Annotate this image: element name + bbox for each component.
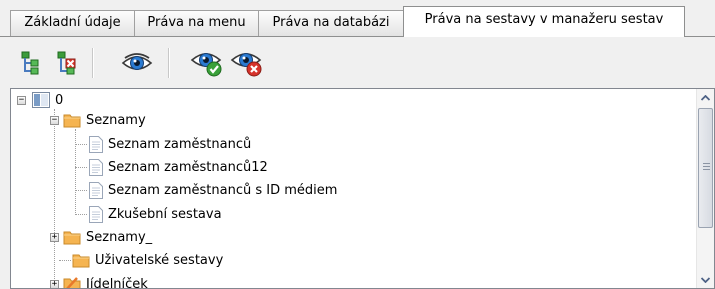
collapse-tree-button[interactable] xyxy=(50,46,84,80)
tree-node-label: Seznamy_ xyxy=(86,229,153,245)
tree-folder-row[interactable]: + Seznamy_ xyxy=(50,226,152,248)
tree-node-label: Seznam zaměstnanců12 xyxy=(108,159,268,175)
tab-strip: Základní údaje Práva na menu Práva na da… xyxy=(0,0,715,38)
report-icon xyxy=(89,135,103,153)
expand-toggle[interactable]: + xyxy=(50,279,59,288)
tree-root-label: 0 xyxy=(55,92,64,108)
tree-node-label: Seznam zaměstnanců xyxy=(108,136,252,152)
tree-remove-icon xyxy=(57,51,76,75)
tree-add-icon xyxy=(21,51,39,75)
chevron-down-icon xyxy=(701,276,710,283)
toolbar-separator xyxy=(92,48,94,78)
tab-prava-na-sestavy[interactable]: Práva na sestavy v manažeru sestav xyxy=(403,6,685,37)
eye-deny-icon xyxy=(230,53,262,77)
root-icon xyxy=(32,92,50,108)
tab-label: Práva na databázi xyxy=(272,15,390,30)
eye-check-icon xyxy=(190,53,222,77)
tab-label: Práva na menu xyxy=(147,15,246,30)
chevron-up-icon xyxy=(701,94,710,101)
collapse-toggle[interactable]: − xyxy=(17,95,26,105)
thumb-grip xyxy=(703,169,710,170)
report-tree[interactable]: − 0 − Seznamy Seznam zaměstnanců Seznam … xyxy=(11,89,696,289)
folder-icon xyxy=(63,277,81,288)
scroll-up-button[interactable] xyxy=(697,89,714,106)
toolbar xyxy=(10,44,710,84)
tree-connector xyxy=(59,260,71,261)
tree-report-row[interactable]: Zkušební sestava xyxy=(89,203,222,225)
report-icon xyxy=(89,181,103,199)
tree-node-label: Zkušební sestava xyxy=(108,206,222,222)
tree-report-row[interactable]: Seznam zaměstnanců s ID médiem xyxy=(89,179,337,201)
tree-connector xyxy=(75,144,87,145)
tree-node-label: Seznamy xyxy=(86,112,146,128)
thumb-grip xyxy=(703,166,710,167)
tree-connector xyxy=(75,129,76,215)
report-icon xyxy=(89,205,103,223)
tab-label: Základní údaje xyxy=(24,15,121,30)
tree-root-row[interactable]: − 0 xyxy=(17,89,63,111)
tree-node-label: Seznam zaměstnanců s ID médiem xyxy=(108,182,338,198)
folder-icon xyxy=(72,254,90,268)
tree-connector xyxy=(75,190,87,191)
view-deny-button[interactable] xyxy=(230,46,264,80)
eye-icon xyxy=(121,53,153,70)
tree-node-label: Uživatelské sestavy xyxy=(95,252,224,268)
collapse-toggle[interactable]: − xyxy=(50,115,59,125)
folder-icon xyxy=(63,231,81,245)
tab-prava-na-menu[interactable]: Práva na menu xyxy=(134,10,259,36)
tab-label: Práva na sestavy v manažeru sestav xyxy=(424,12,664,27)
report-rights-tree-panel: − 0 − Seznamy Seznam zaměstnanců Seznam … xyxy=(10,88,715,289)
tree-node-label: Jídelníček xyxy=(86,276,148,289)
tree-connector xyxy=(75,167,87,168)
tree-report-row[interactable]: Seznam zaměstnanců xyxy=(89,133,251,155)
scroll-thumb[interactable] xyxy=(698,108,713,228)
view-allow-button[interactable] xyxy=(190,46,224,80)
tree-folder-row[interactable]: − Seznamy xyxy=(50,109,146,131)
tree-folder-row[interactable]: Uživatelské sestavy xyxy=(72,249,223,271)
tree-folder-row[interactable]: + Jídelníček xyxy=(50,273,148,289)
thumb-grip xyxy=(703,163,710,164)
expand-tree-button[interactable] xyxy=(14,46,48,80)
folder-icon xyxy=(63,114,81,128)
vertical-scrollbar[interactable] xyxy=(696,89,714,288)
view-button[interactable] xyxy=(120,46,154,80)
tab-zakladni-udaje[interactable]: Základní údaje xyxy=(10,10,135,36)
tree-report-row[interactable]: Seznam zaměstnanců12 xyxy=(89,156,268,178)
toolbar-separator xyxy=(168,48,170,78)
report-icon xyxy=(89,158,103,176)
tree-connector xyxy=(75,214,87,215)
tab-prava-na-databazi[interactable]: Práva na databázi xyxy=(258,10,404,36)
tree-connector xyxy=(54,109,55,285)
scroll-down-button[interactable] xyxy=(697,271,714,288)
expand-toggle[interactable]: + xyxy=(50,232,59,242)
